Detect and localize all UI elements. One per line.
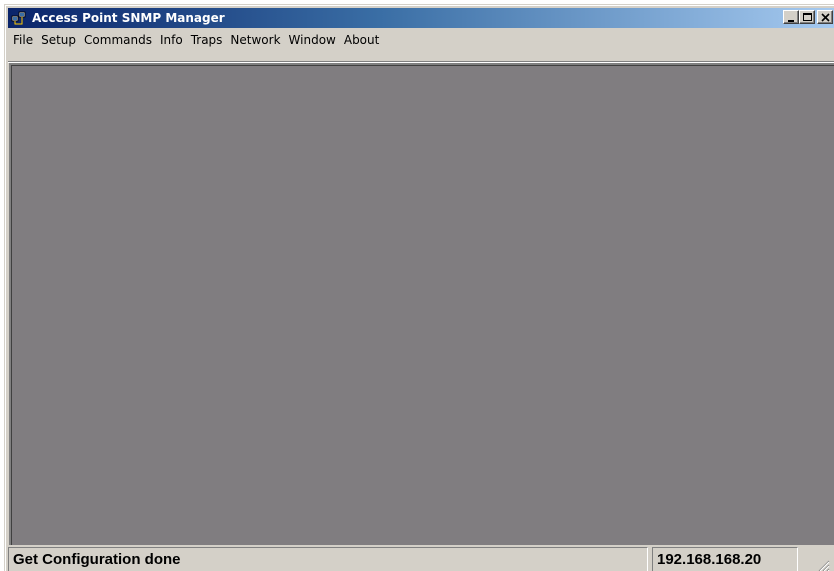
window-controls <box>783 10 833 24</box>
menu-network[interactable]: Network <box>226 31 284 49</box>
status-ip-address: 192.168.168.20 <box>652 547 798 571</box>
status-message: Get Configuration done <box>8 547 648 571</box>
maximize-button[interactable] <box>799 10 815 24</box>
network-computers-icon[interactable] <box>11 10 27 26</box>
menu-window[interactable]: Window <box>285 31 340 49</box>
menu-file[interactable]: File <box>8 31 37 49</box>
menu-commands[interactable]: Commands <box>80 31 156 49</box>
menu-about[interactable]: About <box>340 31 383 49</box>
maximize-icon <box>803 13 812 21</box>
app-window: Access Point SNMP Manager File Setup Com… <box>4 4 834 571</box>
minimize-icon <box>788 20 794 22</box>
menu-setup[interactable]: Setup <box>37 31 80 49</box>
status-bar: Get Configuration done 192.168.168.20 <box>8 547 834 571</box>
close-icon <box>821 13 830 22</box>
resize-grip-icon[interactable] <box>816 558 830 571</box>
close-button[interactable] <box>817 10 833 24</box>
mdi-client-area[interactable] <box>9 63 834 545</box>
window-title: Access Point SNMP Manager <box>32 11 225 25</box>
status-extra-pane <box>798 547 831 571</box>
menu-info[interactable]: Info <box>156 31 187 49</box>
title-bar[interactable]: Access Point SNMP Manager <box>8 8 834 28</box>
menu-bar: File Setup Commands Info Traps Network W… <box>8 30 834 50</box>
menu-traps[interactable]: Traps <box>187 31 227 49</box>
minimize-button[interactable] <box>783 10 799 24</box>
